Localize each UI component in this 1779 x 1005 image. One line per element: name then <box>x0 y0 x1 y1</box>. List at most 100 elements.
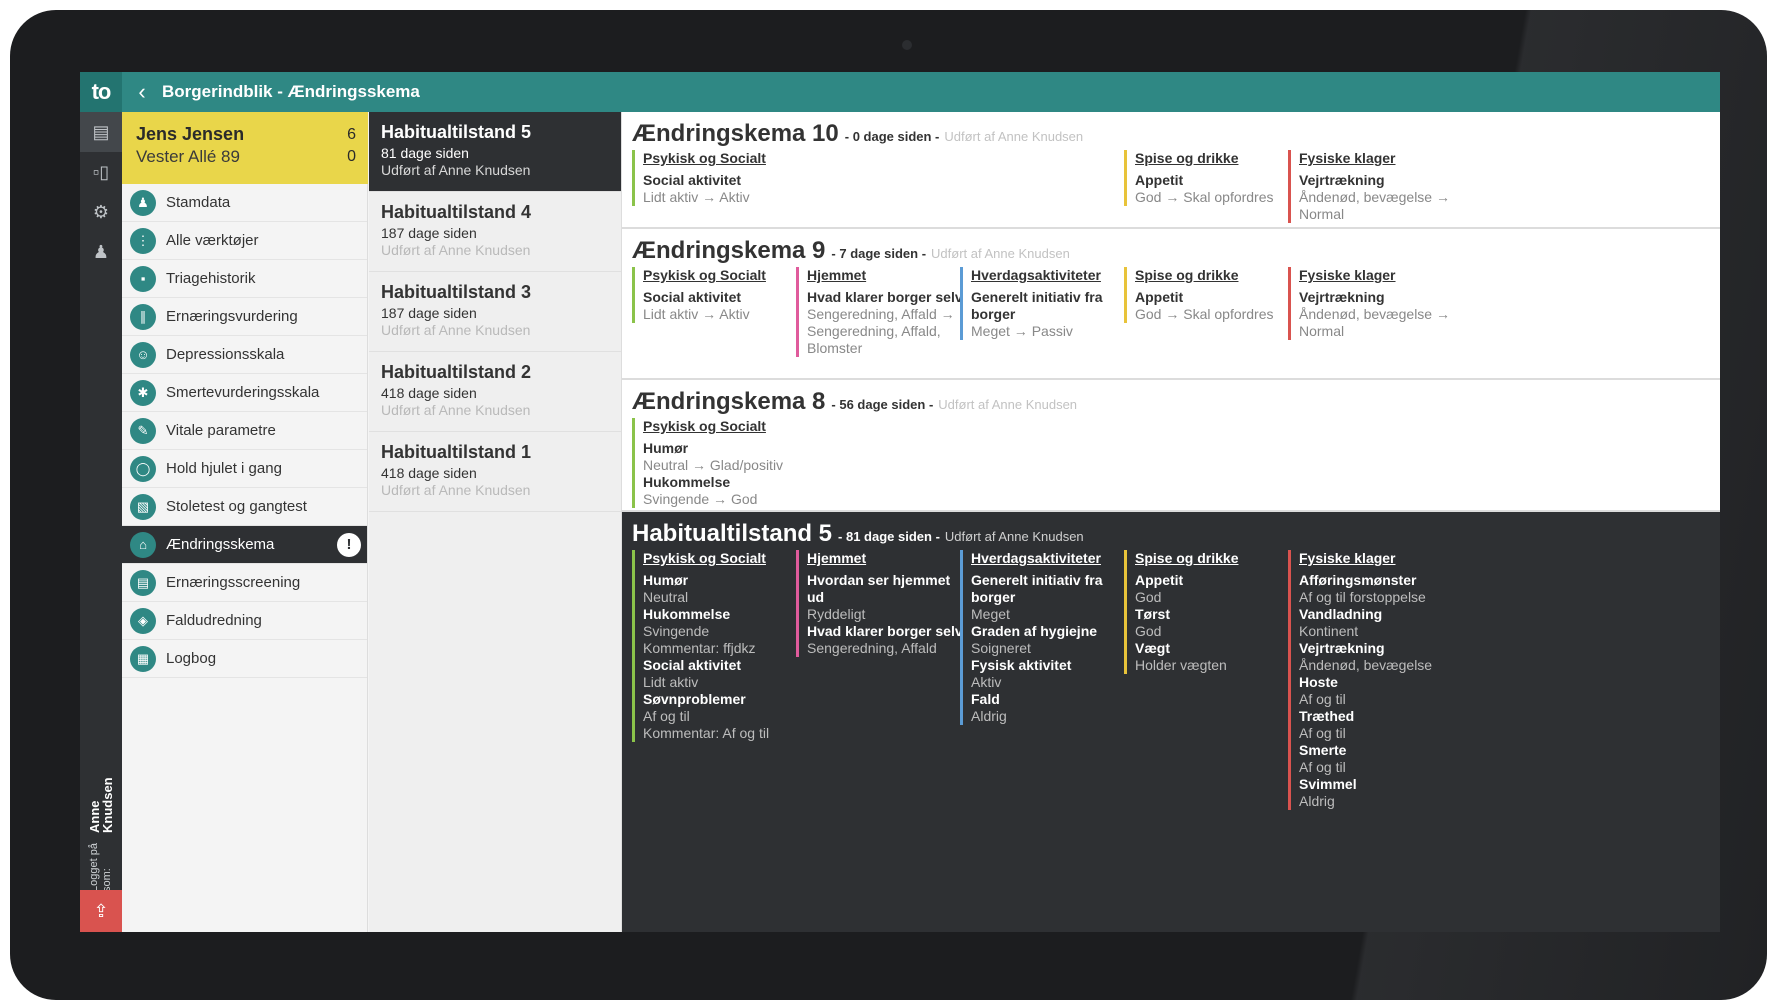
answer-value: Meget → Passiv <box>971 323 1073 339</box>
version-days: 81 dage siden <box>381 145 469 161</box>
category-link[interactable]: Psykisk og Socialt <box>643 150 802 166</box>
back-button[interactable]: ‹ <box>122 72 162 112</box>
category-link[interactable]: Hjemmet <box>807 267 966 283</box>
answer-value: Åndenød, bevægelse <box>1299 657 1433 673</box>
pencil-icon: ✎ <box>130 417 156 444</box>
nav-label: Faldudredning <box>166 612 262 629</box>
category-link[interactable]: Hverdagsaktiviteter <box>971 550 1130 566</box>
answer-value: Af og til forstoppelse <box>1299 589 1426 605</box>
nav-item-smertevurderingsskala[interactable]: ✱ Smertevurderingsskala <box>122 374 367 412</box>
answer-value: Ryddeligt <box>807 606 866 622</box>
category-link[interactable]: Hverdagsaktiviteter <box>971 267 1130 283</box>
change-section: Ændringskema 10 - 0 dage siden - Udført af… <box>622 112 1720 229</box>
category-link[interactable]: Fysiske klager <box>1299 150 1458 166</box>
logged-in-label: Logget på som: Anne Knudsen <box>80 762 122 892</box>
logout-button[interactable]: ⇪ <box>80 890 122 932</box>
nav-item-vitale-parametre[interactable]: ✎ Vitale parametre <box>122 412 367 450</box>
nav-label: Stamdata <box>166 194 231 211</box>
category-link[interactable]: Fysiske klager <box>1299 267 1458 283</box>
question-label: Fald <box>971 691 1000 707</box>
nav-item-stoletest-og-gangtest[interactable]: ▧ Stoletest og gangtest <box>122 488 367 526</box>
category-link[interactable]: Psykisk og Socialt <box>643 418 802 434</box>
category-link[interactable]: Spise og drikke <box>1135 550 1294 566</box>
question-label: Generelt initiativ fra borger <box>971 289 1103 322</box>
nav-item-logbog[interactable]: ▦ Logbog <box>122 640 367 678</box>
change-section: Habitualtilstand 5 - 81 dage siden - Udfør… <box>622 512 1720 932</box>
nav-item-faldudredning[interactable]: ◈ Faldudredning <box>122 602 367 640</box>
nav-item-ændringsskema[interactable]: ⌂ Ændringsskema! <box>122 526 367 564</box>
answer-value: God <box>1135 623 1162 639</box>
section-header: Habitualtilstand 5 - 81 dage siden - Udfør… <box>632 520 1710 548</box>
nav-label: Alle værktøjer <box>166 232 259 249</box>
house-icon: ⌂ <box>130 531 156 558</box>
version-item[interactable]: Habitualtilstand 4 187 dage siden Udført a… <box>369 192 621 272</box>
answer-value: Aldrig <box>971 708 1007 724</box>
category-column: Psykisk og Socialt Social aktivitet Lidt a… <box>632 267 802 323</box>
nav-item-stamdata[interactable]: ♟ Stamdata <box>122 184 367 222</box>
camera-icon <box>902 40 912 50</box>
category-link[interactable]: Spise og drikke <box>1135 150 1294 166</box>
section-title: Ændringskema 9 <box>632 237 826 264</box>
answer-value: Åndenød, bevægelse → Normal <box>1299 306 1450 339</box>
version-item[interactable]: Habitualtilstand 3 187 dage siden Udført a… <box>369 272 621 352</box>
question-label: Svimmel <box>1299 776 1357 792</box>
category-link[interactable]: Psykisk og Socialt <box>643 550 802 566</box>
version-title: Habitualtilstand 3 <box>381 282 532 302</box>
version-days: 418 dage siden <box>381 385 477 401</box>
question-label: Hvad klarer borger selv <box>807 623 963 639</box>
nav-item-alle-værktøjer[interactable]: ⋮ Alle værktøjer <box>122 222 367 260</box>
citizen-card[interactable]: Jens Jensen Vester Allé 89 6 0 <box>122 112 368 184</box>
section-title: Ændringskema 10 <box>632 120 839 147</box>
tablet-icon[interactable]: ▤ <box>80 112 122 152</box>
category-link[interactable]: Psykisk og Socialt <box>643 267 802 283</box>
category-link[interactable]: Fysiske klager <box>1299 550 1458 566</box>
nav-item-depressionsskala[interactable]: ☺ Depressionsskala <box>122 336 367 374</box>
category-column: Spise og drikke Appetit God → Skal opfordr… <box>1124 150 1294 206</box>
person-icon: ♟ <box>130 189 156 216</box>
section-days: - 7 dage siden - <box>831 246 927 261</box>
version-list: Habitualtilstand 5 81 dage siden Udført af… <box>369 112 622 932</box>
logged-user: Anne Knudsen <box>87 777 115 834</box>
question-label: Afføringsmønster <box>1299 572 1417 588</box>
chart-icon: ▪ <box>130 265 156 292</box>
gear-icon[interactable]: ⚙ <box>80 192 122 232</box>
question-label: Social aktivitet <box>643 172 742 188</box>
version-item[interactable]: Habitualtilstand 5 81 dage siden Udført af… <box>369 112 621 192</box>
version-item[interactable]: Habitualtilstand 1 418 dage siden Udført a… <box>369 432 621 512</box>
section-header: Ændringskema 8 - 56 dage siden - Udført af… <box>632 388 1710 416</box>
category-column: Fysiske klager Vejrtrækning Åndenød, bevæg… <box>1288 267 1458 340</box>
answer-value: Sengeredning, Affald → Sengeredning, Aff… <box>807 306 955 356</box>
answer-value: Lidt aktiv <box>643 674 699 690</box>
nav-item-ernæringsscreening[interactable]: ▤ Ernæringsscreening <box>122 564 367 602</box>
book-icon: ▦ <box>130 645 156 672</box>
person-icon[interactable]: ♟ <box>80 232 122 272</box>
version-by: Udført af Anne Knudsen <box>381 242 531 258</box>
section-days: - 56 dage siden - <box>831 397 934 412</box>
question-label: Hvordan ser hjemmet ud <box>807 572 951 605</box>
category-column: Spise og drikke Appetit God → Skal opfordr… <box>1124 267 1294 323</box>
section-header: Ændringskema 10 - 0 dage siden - Udført af… <box>632 120 1710 148</box>
logout-icon: ⇪ <box>93 900 109 921</box>
answer-value: Af og til <box>1299 759 1346 775</box>
nav-label: Triagehistorik <box>166 270 256 287</box>
answer-value: Lidt aktiv → Aktiv <box>643 306 750 322</box>
citizen-count-2: 0 <box>347 148 356 165</box>
version-item[interactable]: Habitualtilstand 2 418 dage siden Udført a… <box>369 352 621 432</box>
page-title: Borgerindblik - Ændringsskema <box>162 82 420 101</box>
wheel-icon: ◯ <box>130 455 156 482</box>
answer-value: Neutral <box>643 589 689 605</box>
nav-item-triagehistorik[interactable]: ▪ Triagehistorik <box>122 260 367 298</box>
category-link[interactable]: Hjemmet <box>807 550 966 566</box>
question-label: Smerte <box>1299 742 1347 758</box>
face-icon: ☺ <box>130 341 156 368</box>
chart-icon[interactable]: ▫▯ <box>80 152 122 192</box>
question-label: Graden af hygiejne <box>971 623 1098 639</box>
category-link[interactable]: Spise og drikke <box>1135 267 1294 283</box>
version-title: Habitualtilstand 2 <box>381 362 532 382</box>
nav-label: Vitale parametre <box>166 422 276 439</box>
nav-item-hold-hjulet-i-gang[interactable]: ◯ Hold hjulet i gang <box>122 450 367 488</box>
question-label: Appetit <box>1135 572 1184 588</box>
nav-item-ernæringsvurdering[interactable]: ∥ Ernæringsvurdering <box>122 298 367 336</box>
question-label: Vejrtrækning <box>1299 289 1385 305</box>
version-title: Habitualtilstand 5 <box>381 122 532 142</box>
